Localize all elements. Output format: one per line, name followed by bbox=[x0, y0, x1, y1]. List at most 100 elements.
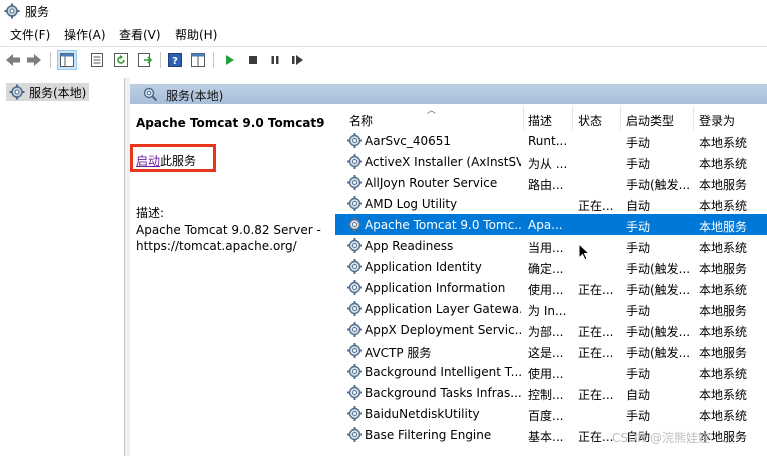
service-row[interactable]: Background Tasks Infras... 控制... 正在... 自动 本地… bbox=[335, 382, 767, 403]
service-log-on-as: 本地系统 bbox=[699, 283, 748, 297]
service-startup-type: 手动(触发... bbox=[626, 283, 691, 297]
menu-action[interactable]: 操作(A) bbox=[64, 26, 106, 43]
service-gear-icon bbox=[347, 385, 362, 400]
view-icon[interactable] bbox=[189, 51, 207, 69]
back-arrow-icon[interactable] bbox=[4, 51, 22, 69]
service-name: App Readiness bbox=[365, 239, 454, 253]
service-gear-icon bbox=[347, 154, 362, 169]
service-name: Background Tasks Infras... bbox=[365, 386, 521, 400]
service-gear-icon bbox=[347, 238, 362, 253]
service-name: AVCTP 服务 bbox=[365, 346, 432, 360]
toolbar: ? bbox=[0, 46, 767, 73]
service-startup-type: 手动(触发... bbox=[626, 262, 691, 276]
service-description: 使用... bbox=[528, 367, 564, 381]
service-log-on-as: 本地系统 bbox=[699, 409, 748, 423]
service-row[interactable]: AllJoyn Router Service 路由... 手动(触发... 本地服务 bbox=[335, 172, 767, 193]
column-status[interactable]: 状态 bbox=[578, 112, 602, 129]
service-gear-icon bbox=[347, 196, 362, 211]
service-row[interactable]: App Readiness 当用... 手动 本地系统 bbox=[335, 235, 767, 256]
service-description: Apa... bbox=[528, 218, 563, 232]
service-name: AMD Log Utility bbox=[365, 197, 458, 211]
selected-service-name: Apache Tomcat 9.0 Tomcat9 bbox=[136, 116, 325, 130]
main-pane: 服务(本地) Apache Tomcat 9.0 Tomcat9 启动此服务 描… bbox=[130, 78, 767, 456]
service-log-on-as: 本地系统 bbox=[699, 136, 748, 150]
service-name: AarSvc_40651 bbox=[365, 134, 451, 148]
service-startup-type: 手动 bbox=[626, 367, 651, 381]
help-icon[interactable]: ? bbox=[166, 51, 184, 69]
service-status: 正在... bbox=[578, 325, 614, 339]
service-status: 正在... bbox=[578, 346, 614, 360]
menu-view[interactable]: 查看(V) bbox=[119, 26, 161, 43]
restart-icon[interactable] bbox=[289, 51, 307, 69]
service-startup-type: 自动 bbox=[626, 388, 651, 402]
service-row[interactable]: AVCTP 服务 这是... 正在... 手动(触发... 本地服务 bbox=[335, 340, 767, 361]
service-row[interactable]: BaiduNetdiskUtility 百度... 手动 本地系统 bbox=[335, 403, 767, 424]
stop-icon[interactable] bbox=[244, 51, 262, 69]
service-name: ActiveX Installer (AxInstSV) bbox=[365, 155, 521, 169]
service-name: Apache Tomcat 9.0 Tomc... bbox=[365, 218, 521, 232]
description-label: 描述: bbox=[136, 206, 165, 220]
search-gear-icon bbox=[143, 87, 158, 102]
service-startup-type: 手动 bbox=[626, 220, 651, 234]
service-startup-type: 手动(触发... bbox=[626, 346, 691, 360]
service-description: 控制... bbox=[528, 388, 564, 402]
menu-bar: 文件(F) 操作(A) 查看(V) 帮助(H) bbox=[0, 24, 767, 44]
service-gear-icon bbox=[347, 322, 362, 337]
properties-icon[interactable] bbox=[88, 51, 106, 69]
service-description: 为部... bbox=[528, 325, 564, 339]
start-service-link[interactable]: 启动 bbox=[136, 154, 160, 168]
pause-icon[interactable] bbox=[266, 51, 284, 69]
service-row[interactable]: AppX Deployment Servic... 为部... 正在... 手动(触发… bbox=[335, 319, 767, 340]
service-startup-type: 手动 bbox=[626, 304, 651, 318]
service-startup-type: 手动 bbox=[626, 157, 651, 171]
svg-text:?: ? bbox=[172, 56, 178, 67]
service-row[interactable]: AarSvc_40651 Runt... 手动 本地系统 bbox=[335, 130, 767, 151]
tree-item-local-services[interactable]: 服务(本地) bbox=[6, 83, 90, 101]
menu-help[interactable]: 帮助(H) bbox=[175, 26, 217, 43]
service-detail-panel: Apache Tomcat 9.0 Tomcat9 启动此服务 描述: Apac… bbox=[130, 104, 335, 456]
refresh-icon[interactable] bbox=[112, 51, 130, 69]
service-row[interactable]: Application Identity 确定... 手动(触发... 本地服务 bbox=[335, 256, 767, 277]
service-row[interactable]: Application Information 使用... 正在... 手动(触发..… bbox=[335, 277, 767, 298]
service-log-on-as: 本地系统 bbox=[699, 367, 748, 381]
column-name[interactable]: 名称 bbox=[349, 112, 373, 129]
service-row[interactable]: AMD Log Utility 正在... 自动 本地系统 bbox=[335, 193, 767, 214]
service-log-on-as: 本地服务 bbox=[699, 178, 748, 192]
service-row[interactable]: Application Layer Gatewa... 为 In... 手动 本地服务 bbox=[335, 298, 767, 319]
service-name: AppX Deployment Servic... bbox=[365, 323, 521, 337]
service-startup-type: 手动(触发... bbox=[626, 325, 691, 339]
column-startup-type[interactable]: 启动类型 bbox=[626, 112, 674, 129]
column-description[interactable]: 描述 bbox=[528, 112, 552, 129]
mouse-cursor-icon bbox=[578, 243, 590, 261]
service-log-on-as: 本地服务 bbox=[699, 220, 748, 234]
service-row[interactable]: ActiveX Installer (AxInstSV) 为从 ... 手动 本地系统 bbox=[335, 151, 767, 172]
console-tree-icon[interactable] bbox=[57, 50, 77, 70]
service-gear-icon bbox=[347, 133, 362, 148]
service-log-on-as: 本地系统 bbox=[699, 241, 748, 255]
service-description: 路由... bbox=[528, 178, 564, 192]
service-startup-type: 手动(触发... bbox=[626, 178, 691, 192]
forward-arrow-icon[interactable] bbox=[25, 51, 43, 69]
menu-file[interactable]: 文件(F) bbox=[10, 26, 50, 43]
service-description: 确定... bbox=[528, 262, 564, 276]
column-log-on-as[interactable]: 登录为 bbox=[699, 112, 735, 129]
service-row[interactable]: Apache Tomcat 9.0 Tomc... Apa... 手动 本地服务 bbox=[335, 214, 767, 235]
service-log-on-as: 本地系统 bbox=[699, 325, 748, 339]
pane-header: 服务(本地) bbox=[130, 84, 767, 104]
service-gear-icon bbox=[347, 406, 362, 421]
play-icon[interactable] bbox=[221, 51, 239, 69]
service-gear-icon bbox=[347, 364, 362, 379]
service-row[interactable]: Background Intelligent T... 使用... 手动 本地系统 bbox=[335, 361, 767, 382]
service-startup-type: 自动 bbox=[626, 199, 651, 213]
start-service-suffix: 此服务 bbox=[160, 154, 197, 168]
service-gear-icon bbox=[347, 259, 362, 274]
service-name: Base Filtering Engine bbox=[365, 428, 492, 442]
service-startup-type: 手动 bbox=[626, 136, 651, 150]
tree-item-label: 服务(本地) bbox=[29, 85, 87, 100]
console-tree: 服务(本地) bbox=[0, 78, 125, 456]
service-startup-type: 手动 bbox=[626, 409, 651, 423]
export-list-icon[interactable] bbox=[136, 51, 154, 69]
service-description: 这是... bbox=[528, 346, 564, 360]
service-log-on-as: 本地系统 bbox=[699, 388, 748, 402]
start-service-action: 启动此服务 bbox=[136, 152, 196, 169]
